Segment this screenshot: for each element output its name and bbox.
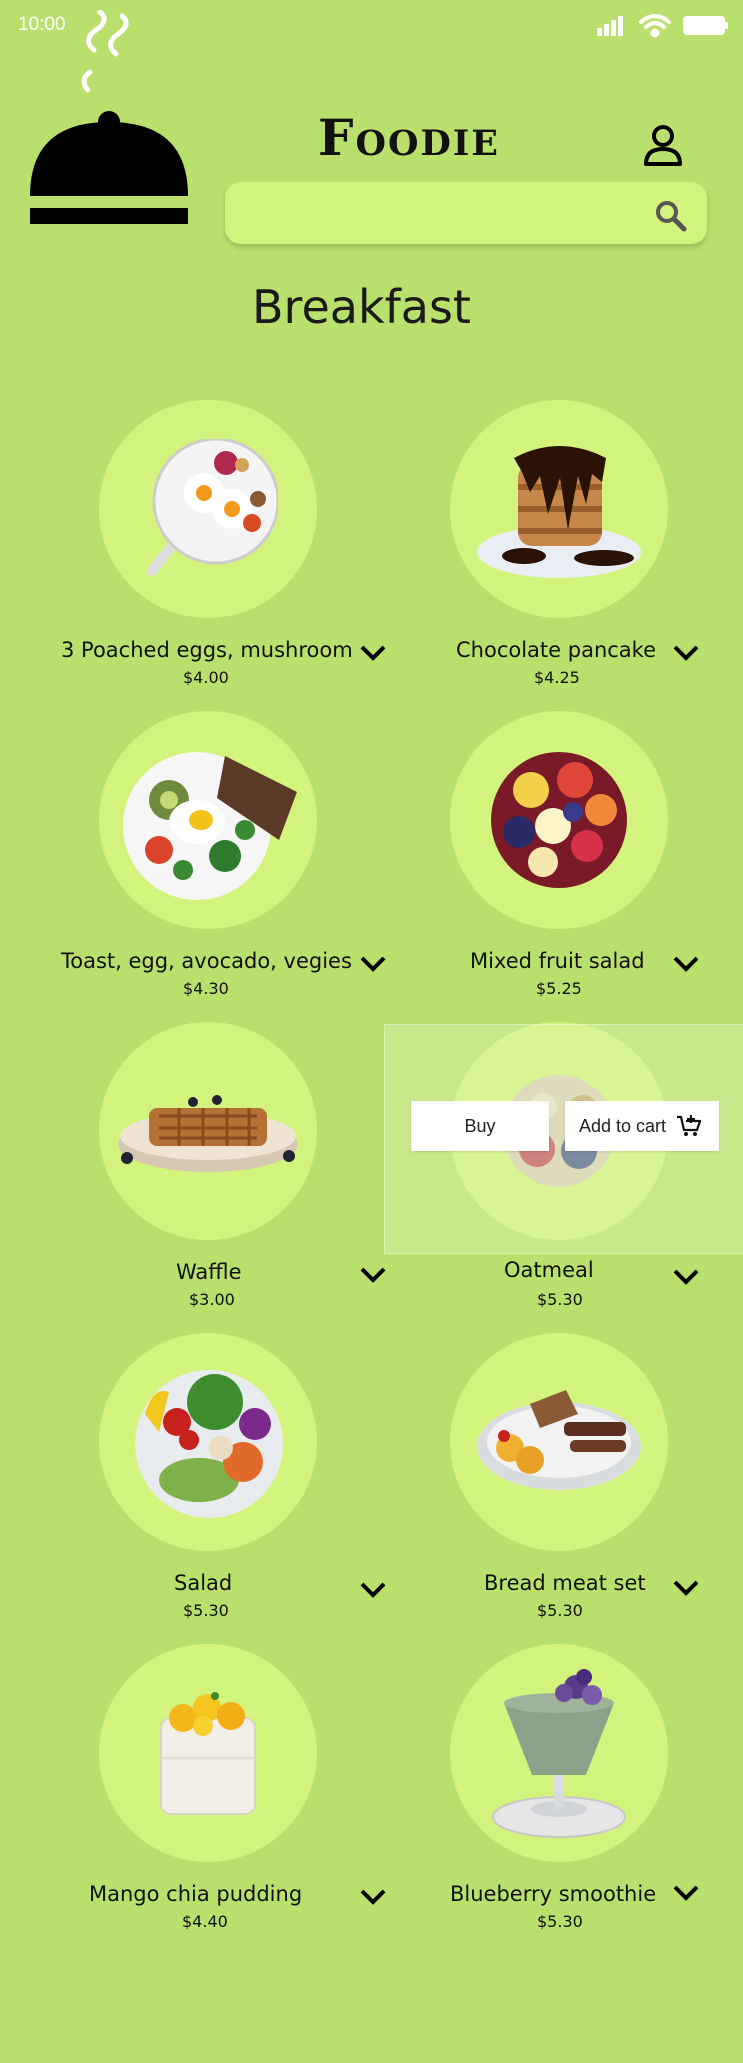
waffle-plate-image bbox=[118, 1095, 298, 1172]
item-name: 3 Poached eggs, mushroom bbox=[61, 638, 353, 662]
item-price: $5.30 bbox=[537, 1912, 583, 1931]
dish-image-circle[interactable] bbox=[99, 1644, 317, 1862]
menu-item: Mixed fruit salad $5.25 bbox=[372, 711, 742, 1011]
item-price: $5.30 bbox=[537, 1601, 583, 1620]
item-price: $5.25 bbox=[536, 979, 582, 998]
user-profile-icon[interactable] bbox=[640, 122, 686, 168]
item-name: Mango chia pudding bbox=[89, 1882, 303, 1906]
wifi-icon bbox=[639, 14, 671, 38]
item-name: Waffle bbox=[176, 1260, 242, 1284]
section-title: Breakfast bbox=[252, 280, 471, 334]
buy-button[interactable]: Buy bbox=[411, 1101, 549, 1151]
dish-image-circle[interactable] bbox=[99, 1022, 317, 1240]
status-icons bbox=[597, 14, 728, 38]
dish-image-circle[interactable] bbox=[450, 711, 668, 929]
item-price: $5.30 bbox=[537, 1290, 583, 1309]
search-icon[interactable] bbox=[653, 198, 687, 232]
search-input[interactable] bbox=[243, 192, 647, 234]
toast-plate-image bbox=[123, 752, 297, 900]
add-to-cart-label: Add to cart bbox=[579, 1115, 667, 1136]
menu-item: Blueberry smoothie $5.30 bbox=[372, 1644, 742, 1944]
add-to-cart-button[interactable]: Add to cart bbox=[565, 1101, 719, 1151]
item-action-popup: Buy Add to cart bbox=[384, 1024, 743, 1254]
item-price: $4.30 bbox=[183, 979, 229, 998]
dish-image-circle[interactable] bbox=[450, 1333, 668, 1551]
menu-item: Bread meat set $5.30 bbox=[372, 1333, 742, 1633]
item-price: $5.30 bbox=[183, 1601, 229, 1620]
chevron-down-icon[interactable] bbox=[671, 953, 701, 975]
dish-image-circle[interactable] bbox=[450, 1644, 668, 1862]
add-cart-icon bbox=[677, 1115, 702, 1136]
chia-jar-image bbox=[160, 1692, 256, 1815]
item-name: Oatmeal bbox=[504, 1258, 594, 1282]
cloche-logo-icon bbox=[30, 10, 188, 224]
brand-title: Foodie bbox=[318, 108, 500, 167]
chevron-down-icon[interactable] bbox=[671, 1577, 701, 1599]
dish-image-circle[interactable] bbox=[99, 400, 317, 618]
chevron-down-icon[interactable] bbox=[671, 1882, 701, 1904]
chevron-down-icon[interactable] bbox=[671, 1266, 701, 1288]
dish-image-circle[interactable] bbox=[450, 400, 668, 618]
meat-plate-image bbox=[477, 1390, 641, 1490]
smoothie-glass-image bbox=[492, 1669, 626, 1838]
salad-bowl-image bbox=[135, 1370, 283, 1518]
item-price: $4.25 bbox=[534, 668, 580, 687]
search-bar bbox=[225, 182, 707, 244]
dish-image-circle[interactable] bbox=[99, 711, 317, 929]
item-name: Toast, egg, avocado, vegies bbox=[61, 949, 352, 973]
pancake-stack-image bbox=[477, 446, 641, 578]
chevron-down-icon[interactable] bbox=[671, 642, 701, 664]
item-name: Chocolate pancake bbox=[456, 638, 657, 662]
item-price: $3.00 bbox=[189, 1290, 235, 1309]
item-name: Blueberry smoothie bbox=[450, 1882, 657, 1906]
item-price: $4.00 bbox=[183, 668, 229, 687]
dish-image-circle[interactable] bbox=[99, 1333, 317, 1551]
item-price: $4.40 bbox=[182, 1912, 228, 1931]
item-name: Bread meat set bbox=[484, 1571, 646, 1595]
item-name: Salad bbox=[174, 1571, 233, 1595]
battery-icon bbox=[683, 16, 728, 35]
menu-item: Chocolate pancake $4.25 bbox=[372, 400, 742, 700]
item-name: Mixed fruit salad bbox=[470, 949, 645, 973]
fruit-bowl-image bbox=[491, 752, 627, 888]
signal-icon bbox=[597, 16, 623, 36]
eggs-skillet-image bbox=[147, 439, 278, 576]
